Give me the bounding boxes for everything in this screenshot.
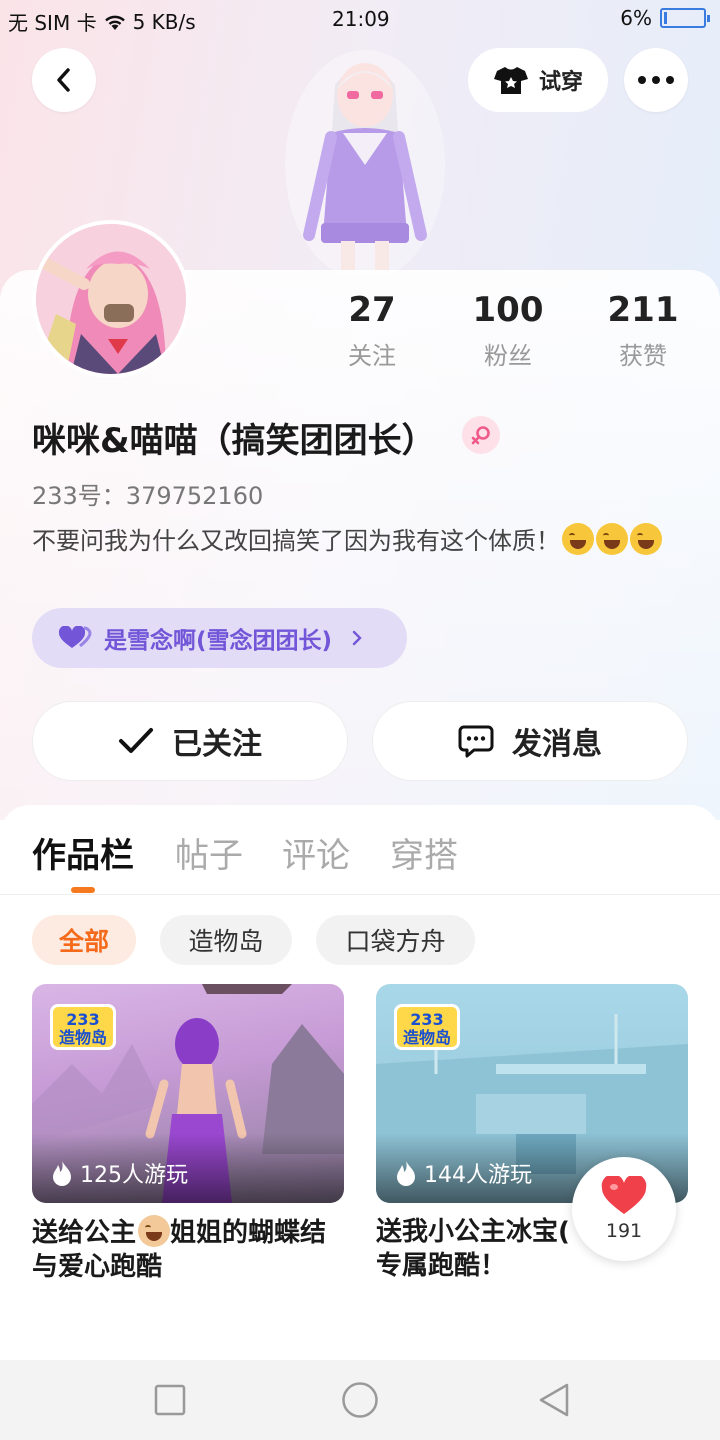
- flame-icon: [397, 1161, 415, 1186]
- bio-block: 不要问我为什么又改回搞笑了因为我有这个体质！: [32, 523, 692, 558]
- play-count: 144人游玩: [396, 1157, 532, 1189]
- laughing-emoji-icon: [630, 523, 662, 555]
- clock: 21:09: [332, 7, 390, 31]
- stat-label: 关注: [348, 342, 396, 370]
- female-icon: [471, 426, 490, 445]
- status-bar: 无 SIM 卡 5 KB/s 21:09 6%: [0, 0, 720, 40]
- like-heart-icon: [601, 1176, 647, 1214]
- more-icon: [638, 76, 674, 84]
- stat-likes[interactable]: 211 获赞: [588, 290, 698, 371]
- wifi-icon: [104, 15, 125, 30]
- game-logo: 233 造物岛: [394, 1004, 460, 1050]
- logo-line1: 233: [66, 1010, 100, 1029]
- active-tab-indicator: [71, 887, 95, 893]
- user-id: 233号：379752160: [32, 482, 264, 510]
- stat-label: 粉丝: [484, 342, 532, 370]
- flame-icon: [53, 1161, 71, 1186]
- stat-value: 100: [472, 290, 544, 330]
- like-button[interactable]: 191: [572, 1157, 676, 1261]
- work-card-thumbnail[interactable]: 233 造物岛 125人游玩: [32, 984, 344, 1203]
- filter-creation-island[interactable]: 造物岛: [160, 915, 292, 965]
- family-label: 是雪念啊(雪念团团长): [104, 628, 333, 654]
- tshirt-icon: [493, 67, 528, 94]
- like-count: 191: [605, 1220, 643, 1242]
- tab-comments[interactable]: 评论: [282, 828, 350, 877]
- back-triangle-icon[interactable]: [537, 1382, 571, 1418]
- check-icon: [119, 728, 153, 753]
- system-nav-bar: [0, 1360, 720, 1440]
- home-circle-icon[interactable]: [341, 1381, 379, 1419]
- more-button[interactable]: [624, 48, 688, 112]
- stat-followers[interactable]: 100 粉丝: [453, 290, 563, 371]
- follow-button[interactable]: 已关注: [32, 701, 348, 781]
- bio-text: 不要问我为什么又改回搞笑了因为我有这个体质！: [32, 527, 560, 555]
- chevron-right-icon: [352, 630, 362, 646]
- laughing-emoji-icon: [596, 523, 628, 555]
- back-icon: [57, 68, 70, 92]
- battery-icon: [660, 8, 710, 28]
- back-button[interactable]: [32, 48, 96, 112]
- work-title-part1: 送给公主: [32, 1218, 137, 1248]
- tryon-button[interactable]: 试穿: [468, 48, 608, 112]
- avatar[interactable]: [32, 220, 190, 378]
- tab-posts[interactable]: 帖子: [175, 828, 243, 877]
- gender-badge: [462, 416, 500, 454]
- message-label: 发消息: [512, 727, 602, 762]
- work-title-part1: 送我小公主冰宝(: [376, 1217, 570, 1247]
- stat-value: 27: [348, 290, 396, 330]
- profile-name: 咪咪&喵喵（搞笑团团长）: [32, 421, 436, 461]
- stat-label: 获赞: [619, 342, 667, 370]
- network-speed: 5 KB/s: [132, 9, 196, 34]
- family-link[interactable]: 是雪念啊(雪念团团长): [32, 608, 407, 668]
- tab-outfits[interactable]: 穿搭: [390, 828, 458, 877]
- logo-line2: 造物岛: [58, 1028, 107, 1047]
- tab-works[interactable]: 作品栏: [32, 828, 134, 877]
- play-count-text: 144人游玩: [424, 1163, 532, 1188]
- carrier-text: 无 SIM 卡: [8, 11, 97, 35]
- stat-following[interactable]: 27 关注: [317, 290, 427, 371]
- work-title[interactable]: 送给公主 姐姐的蝴蝶结与爱心跑酷: [32, 1215, 344, 1284]
- game-logo: 233 造物岛: [50, 1004, 116, 1050]
- avatar-image: [36, 224, 186, 374]
- chat-icon: [458, 725, 494, 758]
- filter-pocket-ark[interactable]: 口袋方舟: [316, 915, 475, 965]
- tryon-label: 试穿: [538, 70, 583, 95]
- battery-percent: 6%: [620, 6, 652, 30]
- heart-icon: [58, 626, 92, 648]
- logo-line2: 造物岛: [402, 1028, 451, 1047]
- work-title-part2: 专属跑酷！: [376, 1251, 507, 1281]
- character-3d-avatar[interactable]: [285, 45, 445, 275]
- follow-label: 已关注: [172, 727, 262, 762]
- play-count: 125人游玩: [52, 1157, 188, 1189]
- laughing-emoji-icon: [562, 523, 594, 555]
- play-count-text: 125人游玩: [80, 1163, 188, 1188]
- logo-line1: 233: [410, 1010, 444, 1029]
- home-square-icon[interactable]: [154, 1384, 186, 1416]
- stat-value: 211: [607, 290, 679, 330]
- princess-emoji-icon: [138, 1215, 171, 1247]
- filter-all[interactable]: 全部: [32, 915, 136, 965]
- message-button[interactable]: 发消息: [372, 701, 688, 781]
